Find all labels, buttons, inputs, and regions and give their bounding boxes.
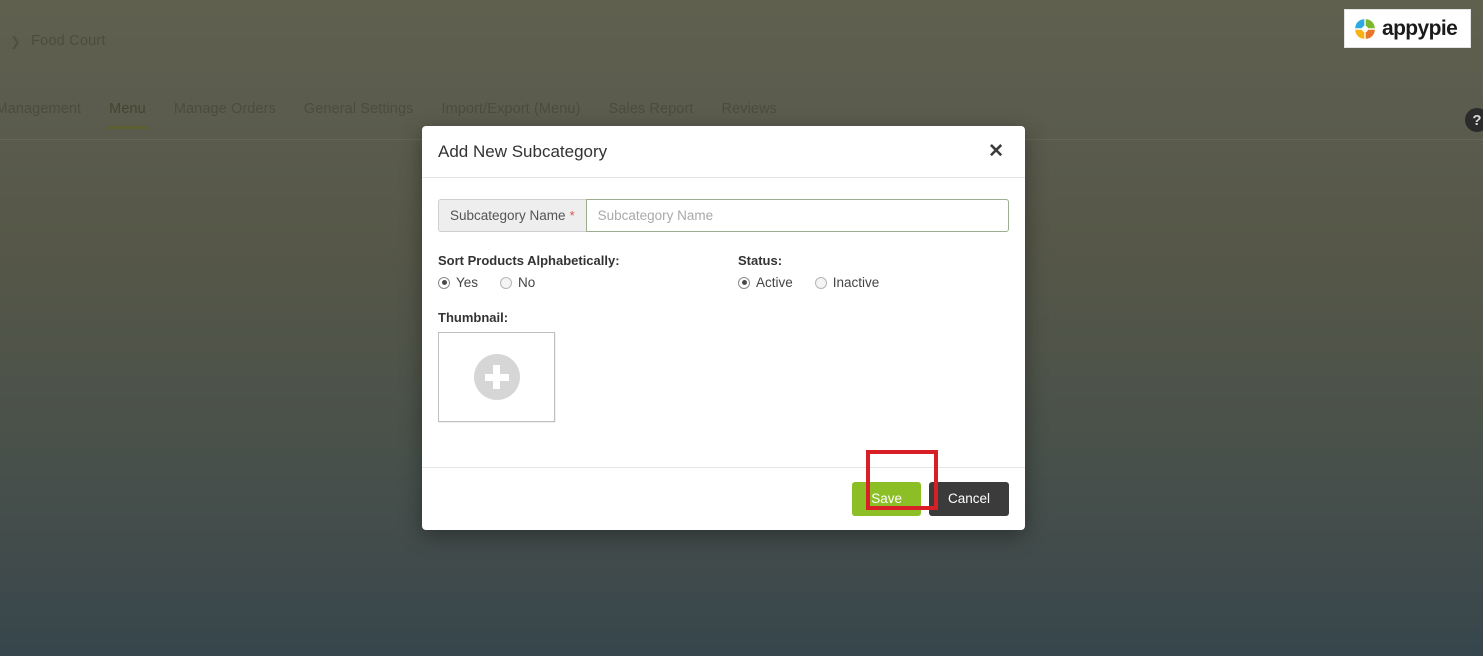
- modal-title: Add New Subcategory: [438, 141, 608, 161]
- thumbnail-upload-area[interactable]: [438, 332, 555, 422]
- status-label: Status:: [738, 253, 783, 268]
- add-subcategory-modal: Add New Subcategory ✕ Subcategory Name *…: [422, 126, 1025, 530]
- subcategory-name-input[interactable]: [585, 199, 1009, 232]
- status-option-inactive-label: Inactive: [832, 275, 880, 290]
- required-marker: *: [569, 208, 575, 223]
- status-radio-row: Active Inactive: [738, 275, 998, 290]
- sort-option-no[interactable]: No: [500, 275, 535, 290]
- tab-general-settings[interactable]: General Settings: [290, 92, 428, 129]
- appypie-pinwheel-icon: [1355, 18, 1375, 39]
- sort-alphabetically-label: Sort Products Alphabetically:: [438, 253, 620, 268]
- sort-option-yes-label: Yes: [456, 275, 479, 290]
- modal-header: Add New Subcategory ✕: [422, 126, 1025, 178]
- radio-unselected-icon[interactable]: [500, 276, 513, 289]
- breadcrumb-label[interactable]: Food Court: [31, 33, 106, 49]
- tab-menu[interactable]: Menu: [95, 92, 160, 129]
- close-icon[interactable]: ✕: [985, 140, 1007, 163]
- sort-radio-row: Yes No: [438, 275, 738, 290]
- plus-circle-icon: [473, 354, 520, 400]
- appypie-logo[interactable]: appypie: [1344, 9, 1471, 48]
- help-circle-icon[interactable]: ?: [1465, 108, 1483, 132]
- chevron-right-icon: ❯: [10, 33, 22, 49]
- radio-selected-icon[interactable]: [738, 276, 750, 289]
- thumbnail-label: Thumbnail:: [438, 310, 509, 325]
- radio-unselected-icon[interactable]: [814, 276, 827, 289]
- thumbnail-group: Thumbnail:: [438, 310, 1009, 422]
- tab-manage-orders[interactable]: Manage Orders: [160, 92, 290, 129]
- subcategory-name-label-text: Subcategory Name: [450, 208, 566, 223]
- sort-option-yes[interactable]: Yes: [438, 275, 478, 290]
- tab-reviews[interactable]: Reviews: [708, 92, 792, 129]
- radio-selected-icon[interactable]: [438, 276, 450, 289]
- tab-sales-report[interactable]: Sales Report: [594, 92, 707, 129]
- sort-option-no-label: No: [518, 275, 536, 290]
- cancel-button[interactable]: Cancel: [928, 482, 1009, 516]
- status-option-inactive[interactable]: Inactive: [814, 275, 880, 290]
- modal-footer: Save Cancel: [422, 467, 1025, 530]
- save-button[interactable]: Save: [852, 482, 921, 516]
- status-option-active[interactable]: Active: [738, 275, 793, 290]
- subcategory-name-group: Subcategory Name *: [438, 199, 1009, 232]
- top-bar: ❯ Food Court appypie: [0, 0, 1483, 88]
- breadcrumb: ❯ Food Court: [10, 33, 106, 49]
- tab-restaurant-management[interactable]: rant Management: [0, 92, 95, 129]
- modal-body: Subcategory Name * Sort Products Alphabe…: [422, 178, 1025, 467]
- status-group: Status: Active Inactive: [738, 253, 998, 290]
- tab-import-export-menu[interactable]: Import/Export (Menu): [427, 92, 594, 129]
- subcategory-name-label: Subcategory Name *: [438, 199, 586, 232]
- options-row: Sort Products Alphabetically: Yes No Sta…: [438, 253, 1009, 290]
- sort-alphabetically-group: Sort Products Alphabetically: Yes No: [438, 253, 738, 290]
- brand-name: appypie: [1382, 17, 1458, 40]
- status-option-active-label: Active: [756, 275, 793, 290]
